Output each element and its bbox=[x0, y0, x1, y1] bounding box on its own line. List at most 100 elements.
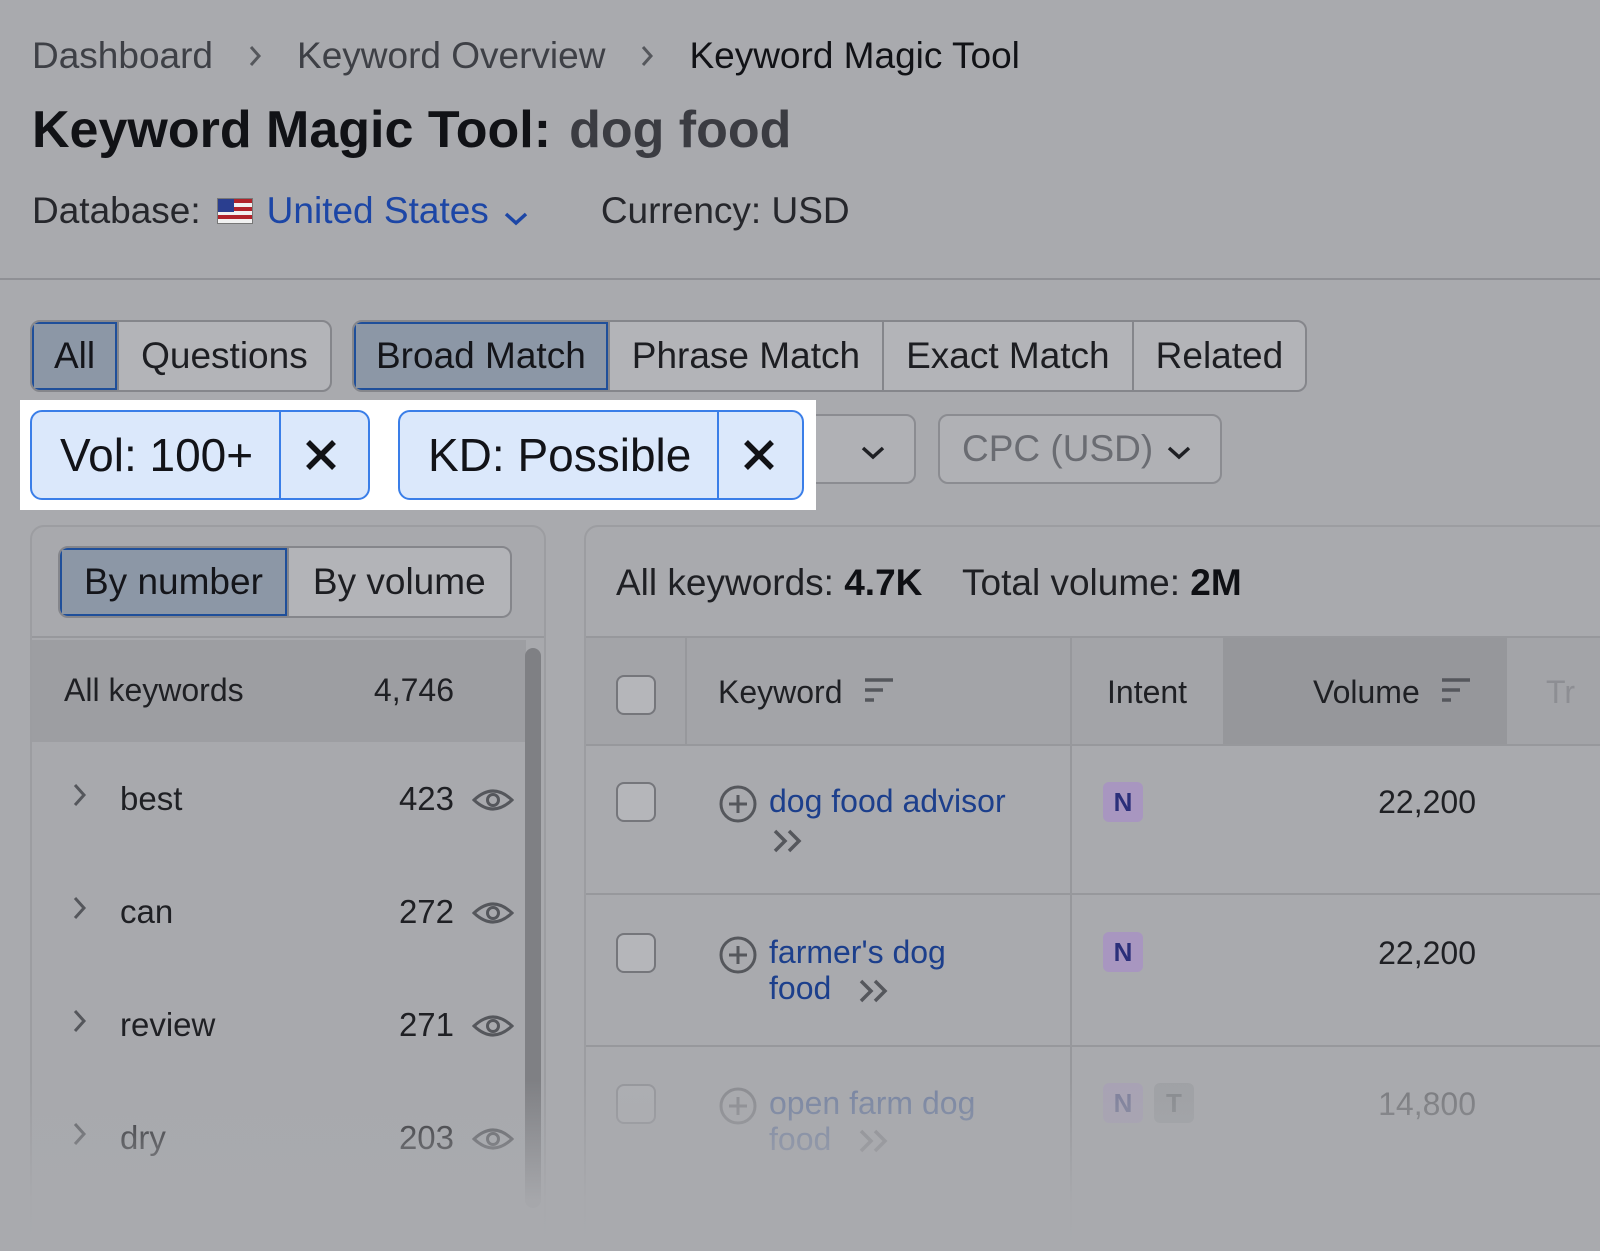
filter-dropdown[interactable] bbox=[800, 414, 916, 484]
keyword-link[interactable]: dog food advisor bbox=[769, 783, 1006, 819]
header-divider bbox=[0, 278, 1600, 280]
summary-all-value: 4.7K bbox=[844, 562, 923, 603]
database-row: Database: United States Currency: USD bbox=[32, 186, 850, 236]
breadcrumb-dashboard[interactable]: Dashboard bbox=[32, 35, 213, 77]
group-word: review bbox=[120, 1006, 216, 1043]
group-row[interactable]: dry 203 bbox=[32, 1083, 526, 1195]
tab-related[interactable]: Related bbox=[1134, 322, 1306, 390]
group-word: dry bbox=[120, 1119, 166, 1156]
row-checkbox[interactable] bbox=[616, 933, 656, 973]
select-all-checkbox[interactable] bbox=[616, 675, 656, 715]
keyword-link-continued[interactable]: food bbox=[769, 970, 831, 1006]
page-title-tool: Keyword Magic Tool: bbox=[32, 101, 552, 159]
volume-filter-label: Vol: 100+ bbox=[32, 412, 282, 498]
volume-header-label: Volume bbox=[1313, 674, 1420, 710]
row-divider bbox=[586, 893, 1600, 895]
group-row[interactable]: best 423 bbox=[32, 744, 526, 856]
close-icon[interactable] bbox=[281, 412, 361, 498]
groups-divider bbox=[32, 636, 544, 638]
keyword-header-label: Keyword bbox=[718, 674, 843, 710]
chevron-right-icon bbox=[605, 44, 689, 68]
database-selector[interactable]: United States bbox=[267, 190, 489, 232]
intent-badge: N bbox=[1103, 782, 1143, 822]
group-row[interactable]: review 271 bbox=[32, 970, 526, 1082]
chevron-down-icon bbox=[860, 428, 886, 470]
group-count: 203 bbox=[398, 1119, 454, 1156]
breadcrumb-keyword-overview[interactable]: Keyword Overview bbox=[297, 35, 605, 77]
summary-all-label: All keywords: bbox=[616, 562, 834, 603]
group-count: 423 bbox=[398, 780, 454, 817]
groups-scrollbar[interactable] bbox=[525, 648, 541, 1208]
breadcrumb: Dashboard Keyword Overview Keyword Magic… bbox=[32, 34, 1020, 78]
us-flag-icon bbox=[216, 198, 253, 224]
toggle-by-volume[interactable]: By volume bbox=[289, 548, 510, 616]
group-word: can bbox=[120, 893, 174, 930]
double-chevron-right-icon[interactable] bbox=[858, 978, 892, 1009]
summary-total-label: Total volume: bbox=[962, 562, 1181, 603]
eye-icon[interactable] bbox=[471, 1125, 515, 1158]
keyword-column-header[interactable]: Keyword bbox=[718, 674, 895, 711]
kd-filter-chip[interactable]: KD: Possible bbox=[398, 410, 804, 500]
trend-header-label: Tr bbox=[1546, 674, 1576, 710]
double-chevron-right-icon[interactable] bbox=[772, 828, 806, 859]
keyword-link-continued[interactable]: food bbox=[769, 1121, 831, 1157]
add-circle-icon[interactable] bbox=[718, 935, 758, 980]
group-count: 271 bbox=[398, 1006, 454, 1043]
tab-exact-match[interactable]: Exact Match bbox=[884, 322, 1134, 390]
currency-label: Currency: USD bbox=[600, 190, 850, 231]
breadcrumb-current: Keyword Magic Tool bbox=[689, 35, 1020, 76]
group-count: 272 bbox=[398, 893, 454, 930]
group-row[interactable]: can 272 bbox=[32, 857, 526, 969]
page-title: Keyword Magic Tool: dog food bbox=[32, 100, 791, 160]
page-title-query: dog food bbox=[569, 101, 792, 159]
chevron-right-icon[interactable] bbox=[72, 1121, 88, 1152]
chevron-right-icon[interactable] bbox=[72, 895, 88, 926]
keywords-summary: All keywords: 4.7K Total volume: 2M bbox=[616, 562, 1242, 604]
eye-icon[interactable] bbox=[471, 786, 515, 819]
row-divider bbox=[586, 1045, 1600, 1047]
column-divider bbox=[1070, 638, 1072, 1250]
chevron-right-icon[interactable] bbox=[72, 1008, 88, 1039]
intent-badge: N bbox=[1103, 1083, 1143, 1123]
chevron-down-icon bbox=[1166, 428, 1192, 470]
volume-column-header[interactable]: Volume bbox=[1313, 674, 1472, 711]
summary-total-value: 2M bbox=[1190, 562, 1242, 603]
group-word: best bbox=[120, 780, 183, 817]
groups-all-count: 4,746 bbox=[373, 672, 454, 708]
row-checkbox[interactable] bbox=[616, 782, 656, 822]
intent-badge: N bbox=[1103, 932, 1143, 972]
tab-phrase-match[interactable]: Phrase Match bbox=[610, 322, 885, 390]
volume-value: 22,200 bbox=[1378, 935, 1476, 971]
intent-badge: T bbox=[1154, 1083, 1194, 1123]
sort-icon[interactable] bbox=[863, 677, 895, 708]
scope-tabs: All Questions bbox=[30, 320, 332, 392]
chevron-down-icon[interactable] bbox=[503, 194, 529, 236]
add-circle-icon[interactable] bbox=[718, 1086, 758, 1131]
intent-header-label: Intent bbox=[1107, 674, 1188, 710]
keyword-link[interactable]: farmer's dog bbox=[769, 934, 946, 970]
tab-all[interactable]: All bbox=[32, 322, 120, 390]
row-checkbox[interactable] bbox=[616, 1084, 656, 1124]
groups-all-keywords-row[interactable]: All keywords 4,746 bbox=[32, 640, 526, 742]
toggle-by-number[interactable]: By number bbox=[60, 548, 289, 616]
groups-all-label: All keywords bbox=[64, 672, 244, 708]
volume-filter-chip[interactable]: Vol: 100+ bbox=[30, 410, 370, 500]
sort-icon[interactable] bbox=[1440, 677, 1472, 708]
volume-value: 22,200 bbox=[1378, 784, 1476, 820]
volume-value: 14,800 bbox=[1378, 1086, 1476, 1122]
tab-broad-match[interactable]: Broad Match bbox=[354, 322, 610, 390]
cpc-filter-dropdown[interactable]: CPC (USD) bbox=[938, 414, 1222, 484]
double-chevron-right-icon[interactable] bbox=[858, 1128, 892, 1159]
close-icon[interactable] bbox=[719, 412, 799, 498]
kd-filter-label: KD: Possible bbox=[400, 412, 720, 498]
keyword-link[interactable]: open farm dog bbox=[769, 1085, 975, 1121]
match-tabs: Broad Match Phrase Match Exact Match Rel… bbox=[352, 320, 1308, 392]
chevron-right-icon[interactable] bbox=[72, 782, 88, 813]
column-divider bbox=[685, 638, 687, 746]
chevron-right-icon bbox=[213, 44, 297, 68]
tab-questions[interactable]: Questions bbox=[119, 322, 330, 390]
add-circle-icon[interactable] bbox=[718, 784, 758, 829]
eye-icon[interactable] bbox=[471, 899, 515, 932]
groups-toggle: By number By volume bbox=[58, 546, 512, 618]
eye-icon[interactable] bbox=[471, 1012, 515, 1045]
